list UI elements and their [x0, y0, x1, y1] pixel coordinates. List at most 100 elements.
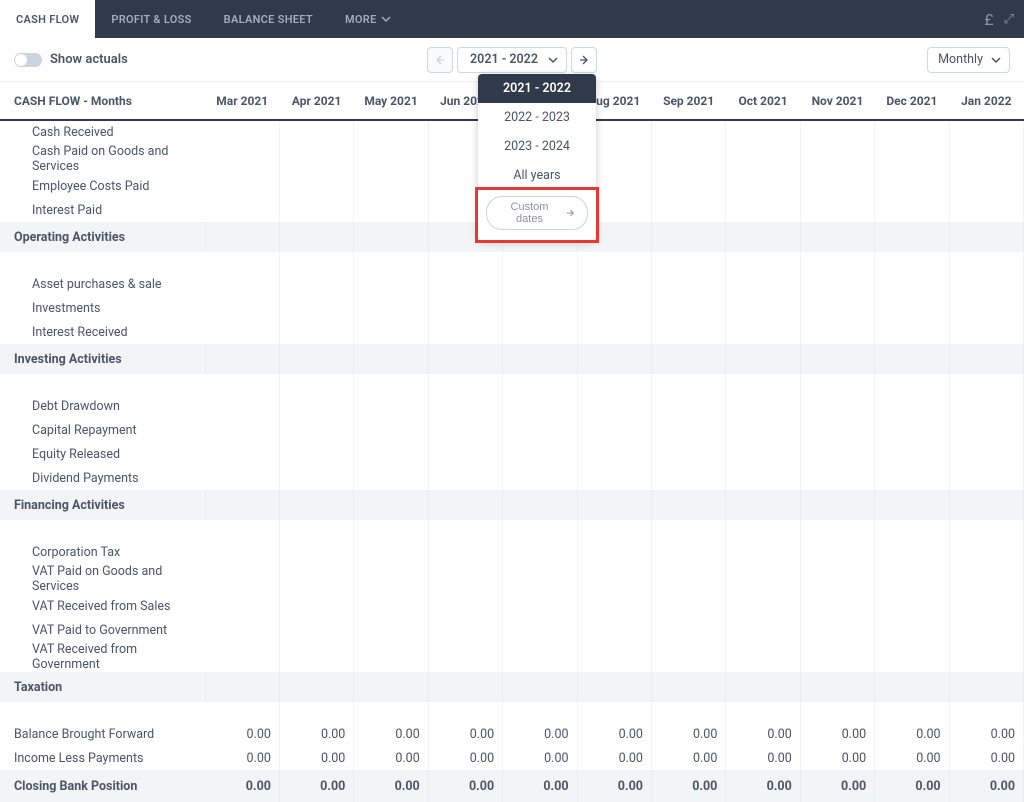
- row-cell: [428, 344, 502, 374]
- row-cell: [651, 564, 725, 594]
- row-cell: [651, 296, 725, 320]
- row-cell: [800, 252, 874, 272]
- tab-cash-flow[interactable]: CASH FLOW: [0, 0, 95, 38]
- row-cell: [875, 374, 949, 394]
- row-cell: [726, 198, 800, 222]
- row-cell: [726, 222, 800, 252]
- row-cell: [428, 466, 502, 490]
- row-cell: [354, 394, 428, 418]
- row-cell: 0.00: [503, 770, 577, 802]
- row-cell: 0.00: [428, 746, 502, 770]
- row-label: VAT Received from Government: [0, 642, 205, 672]
- row-cell: [651, 144, 725, 174]
- custom-dates-button[interactable]: Custom dates: [486, 196, 588, 230]
- table-header-title: CASH FLOW - Months: [0, 82, 205, 120]
- row-cell: [503, 594, 577, 618]
- row-cell: 0.00: [651, 746, 725, 770]
- tab-balance-sheet[interactable]: BALANCE SHEET: [208, 0, 329, 38]
- compress-icon[interactable]: ⤢: [1004, 12, 1012, 27]
- arrow-left-icon: [435, 55, 445, 65]
- row-cell: [875, 394, 949, 418]
- period-controls: 2021 - 2022: [427, 47, 597, 73]
- currency-icon[interactable]: £: [984, 10, 993, 29]
- period-option-2023-2024[interactable]: 2023 - 2024: [478, 132, 596, 161]
- row-cell: 0.00: [800, 770, 874, 802]
- row-cell: [428, 520, 502, 540]
- row-cell: [800, 466, 874, 490]
- row-cell: [800, 642, 874, 672]
- row-cell: 0.00: [428, 722, 502, 746]
- row-cell: [279, 594, 353, 618]
- row-cell: [800, 344, 874, 374]
- row-cell: 0.00: [875, 746, 949, 770]
- row-cell: [800, 490, 874, 520]
- row-cell: [503, 618, 577, 642]
- row-cell: [651, 394, 725, 418]
- period-dropdown: 2021 - 2022 2022 - 2023 2023 - 2024 All …: [478, 74, 596, 240]
- table-header-month: Apr 2021: [279, 82, 353, 120]
- row-cell: [875, 564, 949, 594]
- period-option-2021-2022[interactable]: 2021 - 2022: [478, 74, 596, 103]
- table-row: Interest Received: [0, 320, 1024, 344]
- row-cell: [726, 418, 800, 442]
- row-cell: [503, 672, 577, 702]
- period-next-button[interactable]: [571, 47, 597, 73]
- row-cell: [354, 466, 428, 490]
- row-cell: [949, 344, 1023, 374]
- row-cell: [726, 702, 800, 722]
- row-cell: [800, 320, 874, 344]
- row-cell: [949, 466, 1023, 490]
- row-cell: 0.00: [577, 770, 651, 802]
- row-cell: [205, 144, 279, 174]
- row-cell: 0.00: [354, 746, 428, 770]
- tab-profit-loss[interactable]: PROFIT & LOSS: [95, 0, 207, 38]
- row-cell: [875, 642, 949, 672]
- row-cell: [651, 320, 725, 344]
- row-cell: 0.00: [205, 722, 279, 746]
- row-cell: [800, 374, 874, 394]
- row-cell: 0.00: [651, 770, 725, 802]
- row-cell: [503, 540, 577, 564]
- granularity-select[interactable]: Monthly: [927, 47, 1010, 73]
- row-cell: [279, 394, 353, 418]
- row-cell: [651, 466, 725, 490]
- period-select[interactable]: 2021 - 2022: [457, 47, 567, 73]
- row-cell: 0.00: [279, 770, 353, 802]
- table-row: Corporation Tax: [0, 540, 1024, 564]
- row-cell: [800, 540, 874, 564]
- tab-more[interactable]: MORE: [329, 0, 407, 38]
- row-cell: [726, 540, 800, 564]
- row-cell: [428, 252, 502, 272]
- row-cell: [875, 702, 949, 722]
- row-cell: [205, 442, 279, 466]
- row-cell: [949, 296, 1023, 320]
- row-cell: [279, 672, 353, 702]
- period-option-2022-2023[interactable]: 2022 - 2023: [478, 103, 596, 132]
- row-cell: [503, 344, 577, 374]
- table-row: Investments: [0, 296, 1024, 320]
- row-cell: [354, 594, 428, 618]
- table-row: VAT Received from Government: [0, 642, 1024, 672]
- table-row: Investing Activities: [0, 344, 1024, 374]
- table-row: VAT Paid on Goods and Services: [0, 564, 1024, 594]
- show-actuals-toggle[interactable]: [14, 53, 42, 67]
- row-cell: [726, 594, 800, 618]
- row-label: Corporation Tax: [0, 540, 205, 564]
- row-cell: [354, 672, 428, 702]
- row-label: [0, 374, 205, 394]
- row-cell: [354, 418, 428, 442]
- row-cell: [800, 174, 874, 198]
- row-cell: [800, 272, 874, 296]
- row-cell: [279, 702, 353, 722]
- row-cell: 0.00: [875, 770, 949, 802]
- period-prev-button[interactable]: [427, 47, 453, 73]
- row-cell: [503, 466, 577, 490]
- row-cell: [800, 198, 874, 222]
- row-cell: [205, 520, 279, 540]
- row-cell: [949, 520, 1023, 540]
- row-cell: [279, 466, 353, 490]
- period-option-all-years[interactable]: All years: [478, 161, 596, 190]
- row-cell: [726, 144, 800, 174]
- row-cell: [577, 642, 651, 672]
- row-cell: [205, 540, 279, 564]
